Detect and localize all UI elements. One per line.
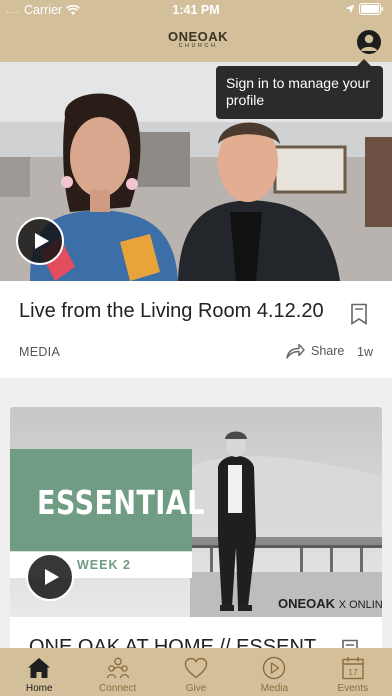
location-arrow-icon [345,4,355,14]
header-bar: .... Carrier 1:41 PM ONEOAK CHURCH [0,0,392,62]
tab-give-label: Give [185,683,207,694]
brand-watermark: ONEOAK X ONLINE [278,596,382,611]
tab-give[interactable]: Give [157,648,235,696]
logo-subtitle: CHURCH [178,43,218,49]
share-label: Share [311,344,345,358]
bookmark-icon[interactable] [350,303,368,325]
brand-watermark-name: ONEOAK [278,596,336,611]
play-button[interactable] [26,553,74,601]
status-time: 1:41 PM [172,3,220,17]
tooltip-text: Sign in to manage your profile [226,75,370,108]
status-bar: .... Carrier 1:41 PM [0,0,392,20]
church-logo: ONEOAK CHURCH [168,30,228,50]
sign-in-tooltip[interactable]: Sign in to manage your profile [216,59,383,119]
tab-media-label: Media [260,683,289,694]
share-button[interactable]: Share [286,343,344,359]
tab-home-label: Home [25,683,53,694]
tab-media[interactable]: Media [235,648,313,696]
tab-events-label: Events [337,683,369,694]
feed-item-title[interactable]: Live from the Living Room 4.12.20 [19,300,324,323]
feed-item-category: MEDIA [19,345,61,359]
svg-text:17: 17 [348,667,358,677]
user-profile-icon[interactable] [357,30,381,54]
tab-home[interactable]: Home [0,648,78,696]
calendar-icon: 17 [342,657,364,680]
feed-card[interactable]: ESSENTIAL WEEK 2 ONEOAK X ONLINE ONE OAK… [10,407,382,657]
home-icon [28,658,51,678]
play-circle-icon [263,656,286,680]
heart-icon [184,657,208,679]
tab-connect[interactable]: Connect [78,648,156,696]
tab-events[interactable]: 17 Events [314,648,392,696]
share-arrow-icon [286,343,305,359]
tab-connect-label: Connect [98,683,137,694]
play-icon [44,569,59,585]
video-thumbnail[interactable]: ESSENTIAL WEEK 2 ONEOAK X ONLINE [10,407,382,617]
bottom-tab-bar: Home Connect Give Media 17 Events [0,648,392,696]
play-button[interactable] [16,217,64,265]
logo-wordmark: ONEOAK [168,29,229,44]
people-icon [106,657,129,679]
feed-item-age: 1w [357,345,373,359]
series-week-text: WEEK 2 [77,558,131,572]
brand-watermark-suffix: X ONLINE [338,599,382,611]
series-heading: ESSENTIAL [37,483,205,522]
battery-icon [359,3,384,15]
play-icon [34,233,49,249]
